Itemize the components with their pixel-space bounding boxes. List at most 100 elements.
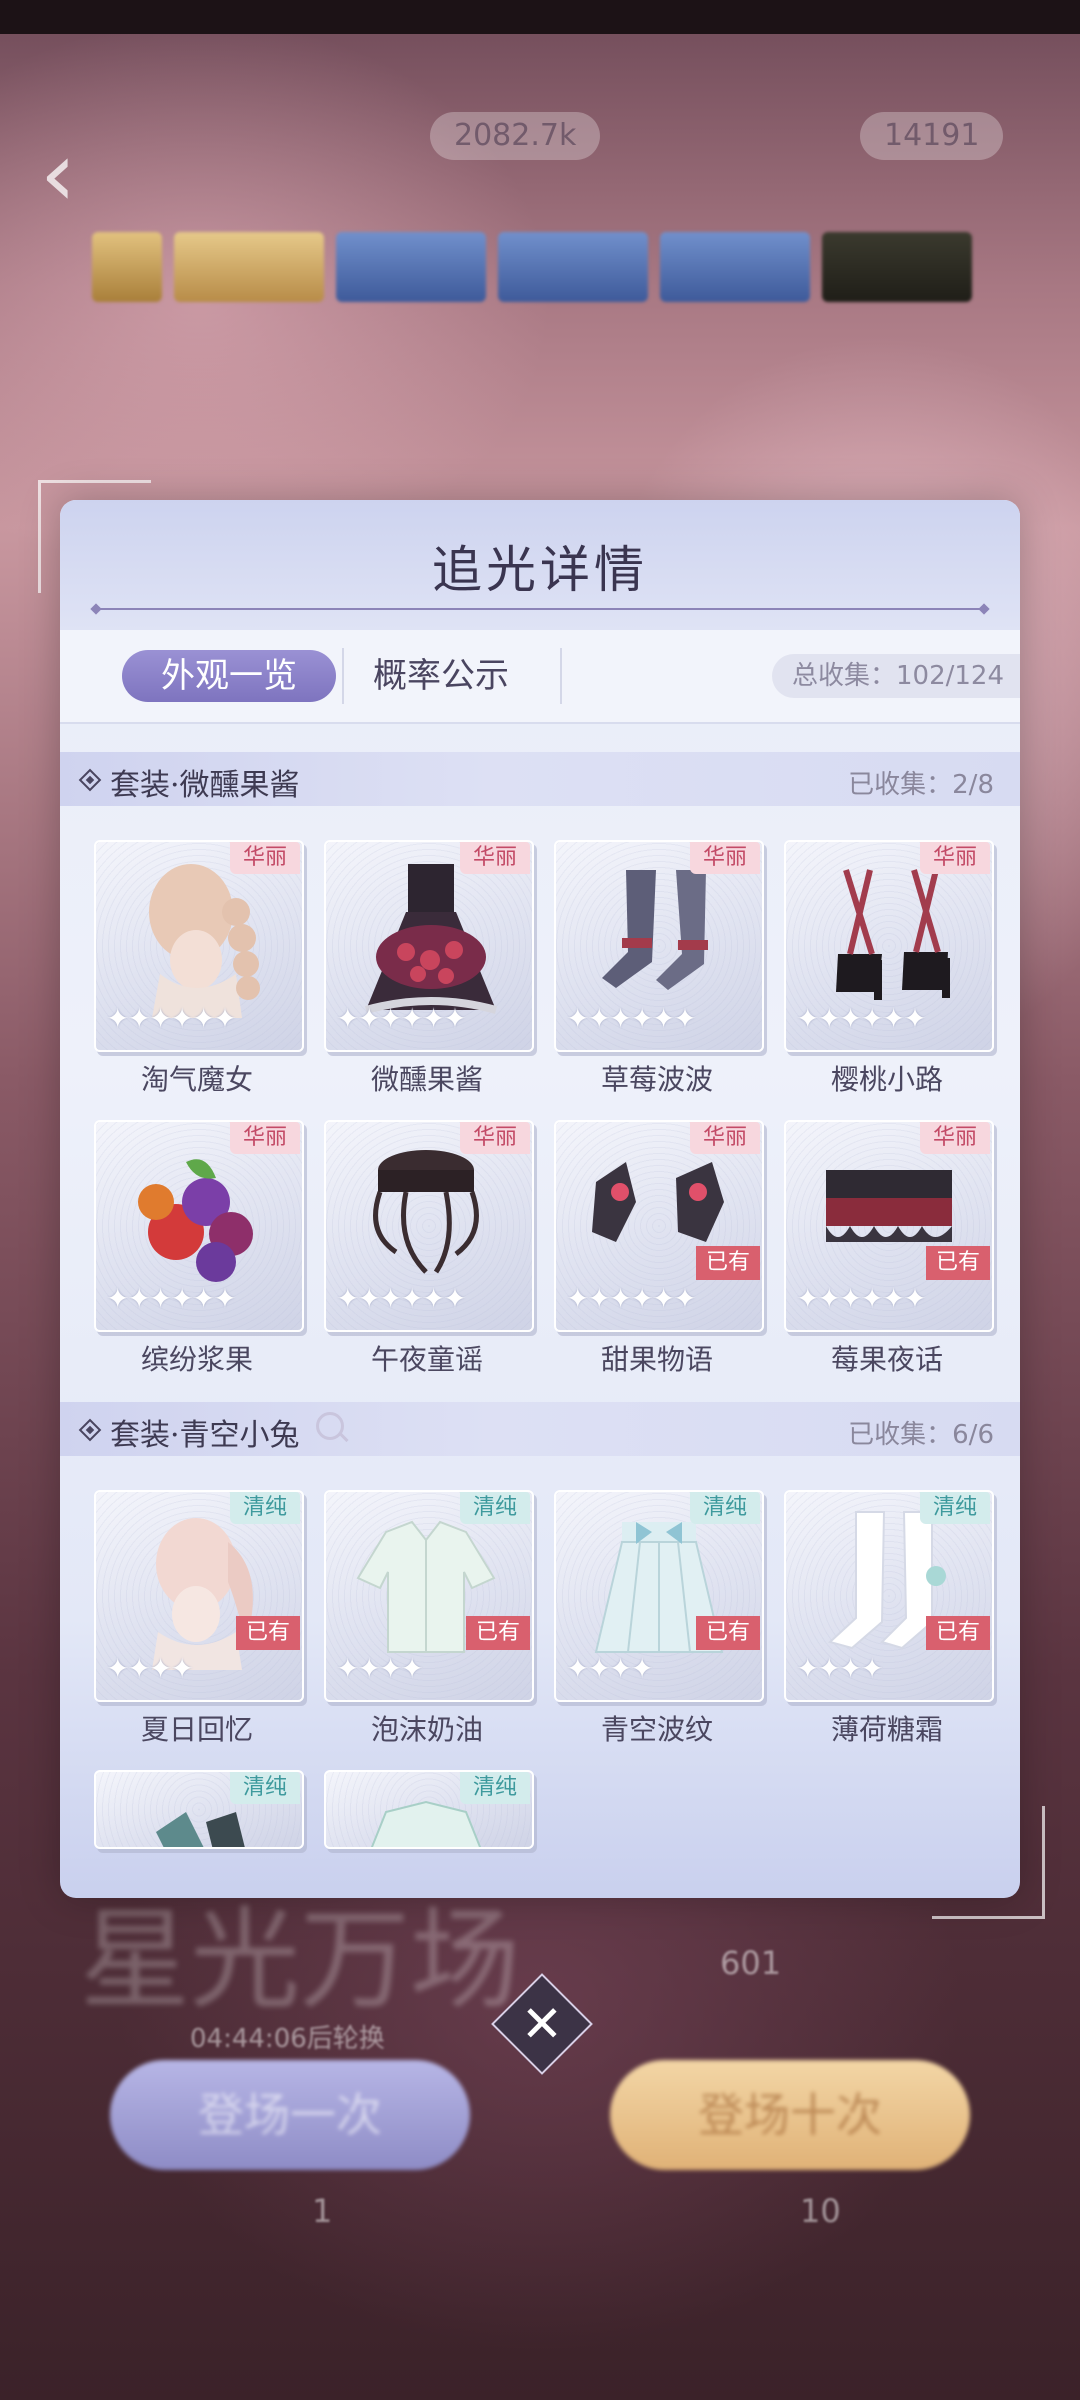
- item-card[interactable]: 华丽 ✦✦✦✦✦✦: [94, 840, 304, 1052]
- gold-currency: 2082.7k: [430, 112, 601, 160]
- rarity-stars: ✦✦✦✦✦✦: [336, 1002, 467, 1035]
- magnifier-icon[interactable]: [316, 1412, 344, 1440]
- style-badge: 华丽: [920, 1122, 990, 1154]
- cost-once: 1: [312, 2192, 333, 2230]
- style-badge: 华丽: [230, 1122, 300, 1154]
- item-card[interactable]: 华丽 ✦✦✦✦✦✦: [784, 840, 994, 1052]
- diamond-icon: [78, 768, 102, 792]
- item-name: 午夜童谣: [370, 1343, 483, 1376]
- outfit-item[interactable]: 清纯 已有 ✦✦✦✦ 薄荷糖霜: [784, 1490, 994, 1746]
- item-card[interactable]: 华丽 ✦✦✦✦✦✦: [324, 840, 534, 1052]
- item-card[interactable]: 华丽 ✦✦✦✦✦✦: [94, 1120, 304, 1332]
- owned-badge: 已有: [926, 1246, 990, 1280]
- status-bar: [0, 0, 1080, 34]
- back-arrow-icon[interactable]: ‹: [40, 130, 110, 220]
- outfit-item[interactable]: 清纯 已有 ✦✦✦✦ 泡沫奶油: [324, 1490, 534, 1746]
- style-badge: 清纯: [690, 1492, 760, 1524]
- outfit-item[interactable]: 清纯: [324, 1770, 534, 1898]
- style-badge: 清纯: [230, 1772, 300, 1804]
- tab-probability[interactable]: 概率公示: [356, 650, 526, 702]
- item-card[interactable]: 清纯: [94, 1770, 304, 1849]
- item-name: 薄荷糖霜: [830, 1713, 943, 1746]
- item-name: 缤纷浆果: [140, 1343, 253, 1376]
- style-badge: 清纯: [920, 1492, 990, 1524]
- banner-tab: [174, 232, 324, 302]
- close-icon: ✕: [521, 1995, 563, 2053]
- rarity-stars: ✦✦✦✦: [566, 1652, 654, 1685]
- item-name: 莓果夜话: [830, 1343, 943, 1376]
- banner-tabs: [92, 232, 972, 302]
- outfit-item[interactable]: 华丽 ✦✦✦✦✦✦ 微醺果酱: [324, 840, 534, 1096]
- item-name: 甜果物语: [600, 1343, 713, 1376]
- banner-tab: [498, 232, 648, 302]
- outfit-item[interactable]: 清纯: [94, 1770, 304, 1898]
- divider: [560, 648, 562, 704]
- style-badge: 清纯: [460, 1772, 530, 1804]
- item-card[interactable]: 清纯: [324, 1770, 534, 1849]
- tab-appearance-list[interactable]: 外观一览: [122, 650, 336, 702]
- outfit-item[interactable]: 清纯 已有 ✦✦✦✦ 夏日回忆: [94, 1490, 304, 1746]
- style-badge: 华丽: [920, 842, 990, 874]
- style-badge: 清纯: [460, 1492, 530, 1524]
- rarity-stars: ✦✦✦✦✦✦: [566, 1002, 697, 1035]
- section-header: 套装·微醺果酱 已收集：2/8: [60, 752, 1020, 806]
- item-card[interactable]: 清纯 已有 ✦✦✦✦: [554, 1490, 764, 1702]
- item-card[interactable]: 清纯 已有 ✦✦✦✦: [784, 1490, 994, 1702]
- style-badge: 华丽: [460, 842, 530, 874]
- item-card[interactable]: 清纯 已有 ✦✦✦✦: [94, 1490, 304, 1702]
- item-card[interactable]: 华丽已有 ✦✦✦✦✦✦: [784, 1120, 994, 1332]
- gacha-details-dialog: 追光详情 外观一览 概率公示 总收集：102/124 套装·微醺果酱 已收集：2…: [60, 500, 1020, 1898]
- item-card[interactable]: 华丽已有 ✦✦✦✦✦✦: [554, 1120, 764, 1332]
- outfit-item[interactable]: 华丽已有 ✦✦✦✦✦✦ 甜果物语: [554, 1120, 764, 1376]
- style-badge: 华丽: [460, 1122, 530, 1154]
- total-collected: 总收集：102/124: [771, 654, 1020, 698]
- outfit-item[interactable]: 华丽已有 ✦✦✦✦✦✦ 莓果夜话: [784, 1120, 994, 1376]
- cost-ten: 10: [800, 2192, 841, 2230]
- section-collected-count: 已收集：2/8: [848, 770, 994, 800]
- item-name: 青空波纹: [600, 1713, 713, 1746]
- divider: [96, 608, 984, 610]
- outfit-item[interactable]: 华丽 ✦✦✦✦✦✦ 樱桃小路: [784, 840, 994, 1096]
- dialog-title: 追光详情: [432, 541, 648, 599]
- rarity-stars: ✦✦✦✦: [796, 1652, 884, 1685]
- owned-badge: 已有: [696, 1246, 760, 1280]
- section-title: 套装·微醺果酱: [110, 768, 300, 803]
- item-card[interactable]: 华丽 ✦✦✦✦✦✦: [554, 840, 764, 1052]
- item-card[interactable]: 清纯 已有 ✦✦✦✦: [324, 1490, 534, 1702]
- rotation-timer: 04:44:06后轮换: [190, 2024, 385, 2054]
- rarity-stars: ✦✦✦✦✦✦: [796, 1282, 927, 1315]
- item-name: 夏日回忆: [140, 1713, 253, 1746]
- banner-tab: [336, 232, 486, 302]
- rarity-stars: ✦✦✦✦✦✦: [106, 1282, 237, 1315]
- rarity-stars: ✦✦✦✦✦✦: [336, 1282, 467, 1315]
- style-badge: 华丽: [690, 842, 760, 874]
- summon-ten-button: 登场十次: [610, 2060, 970, 2170]
- outfit-item[interactable]: 清纯 已有 ✦✦✦✦ 青空波纹: [554, 1490, 764, 1746]
- item-name: 微醺果酱: [370, 1063, 483, 1096]
- item-card[interactable]: 华丽 ✦✦✦✦✦✦: [324, 1120, 534, 1332]
- rarity-stars: ✦✦✦✦✦✦: [796, 1002, 927, 1035]
- summon-once-button: 登场一次: [110, 2060, 470, 2170]
- outfit-item[interactable]: 华丽 ✦✦✦✦✦✦ 淘气魔女: [94, 840, 304, 1096]
- outfit-item[interactable]: 华丽 ✦✦✦✦✦✦ 草莓波波: [554, 840, 764, 1096]
- gem-currency: 14191: [860, 112, 1004, 160]
- rarity-stars: ✦✦✦✦: [106, 1652, 194, 1685]
- ticket-count: 601: [720, 1944, 782, 1982]
- tab-bar: 外观一览 概率公示 总收集：102/124: [60, 630, 1020, 724]
- style-badge: 华丽: [690, 1122, 760, 1154]
- banner-tab: [660, 232, 810, 302]
- item-name: 草莓波波: [600, 1063, 713, 1096]
- section-title: 套装·青空小兔: [110, 1418, 300, 1453]
- diamond-icon: [78, 1418, 102, 1442]
- style-badge: 华丽: [230, 842, 300, 874]
- owned-badge: 已有: [466, 1616, 530, 1650]
- outfit-item[interactable]: 华丽 ✦✦✦✦✦✦ 缤纷浆果: [94, 1120, 304, 1376]
- divider: [342, 648, 344, 704]
- style-badge: 清纯: [230, 1492, 300, 1524]
- item-name: 淘气魔女: [140, 1063, 253, 1096]
- rarity-stars: ✦✦✦✦✦✦: [566, 1282, 697, 1315]
- outfit-item[interactable]: 华丽 ✦✦✦✦✦✦ 午夜童谣: [324, 1120, 534, 1376]
- dialog-header: 追光详情: [60, 500, 1020, 630]
- rarity-stars: ✦✦✦✦✦✦: [106, 1002, 237, 1035]
- section-collected-count: 已收集：6/6: [848, 1420, 994, 1450]
